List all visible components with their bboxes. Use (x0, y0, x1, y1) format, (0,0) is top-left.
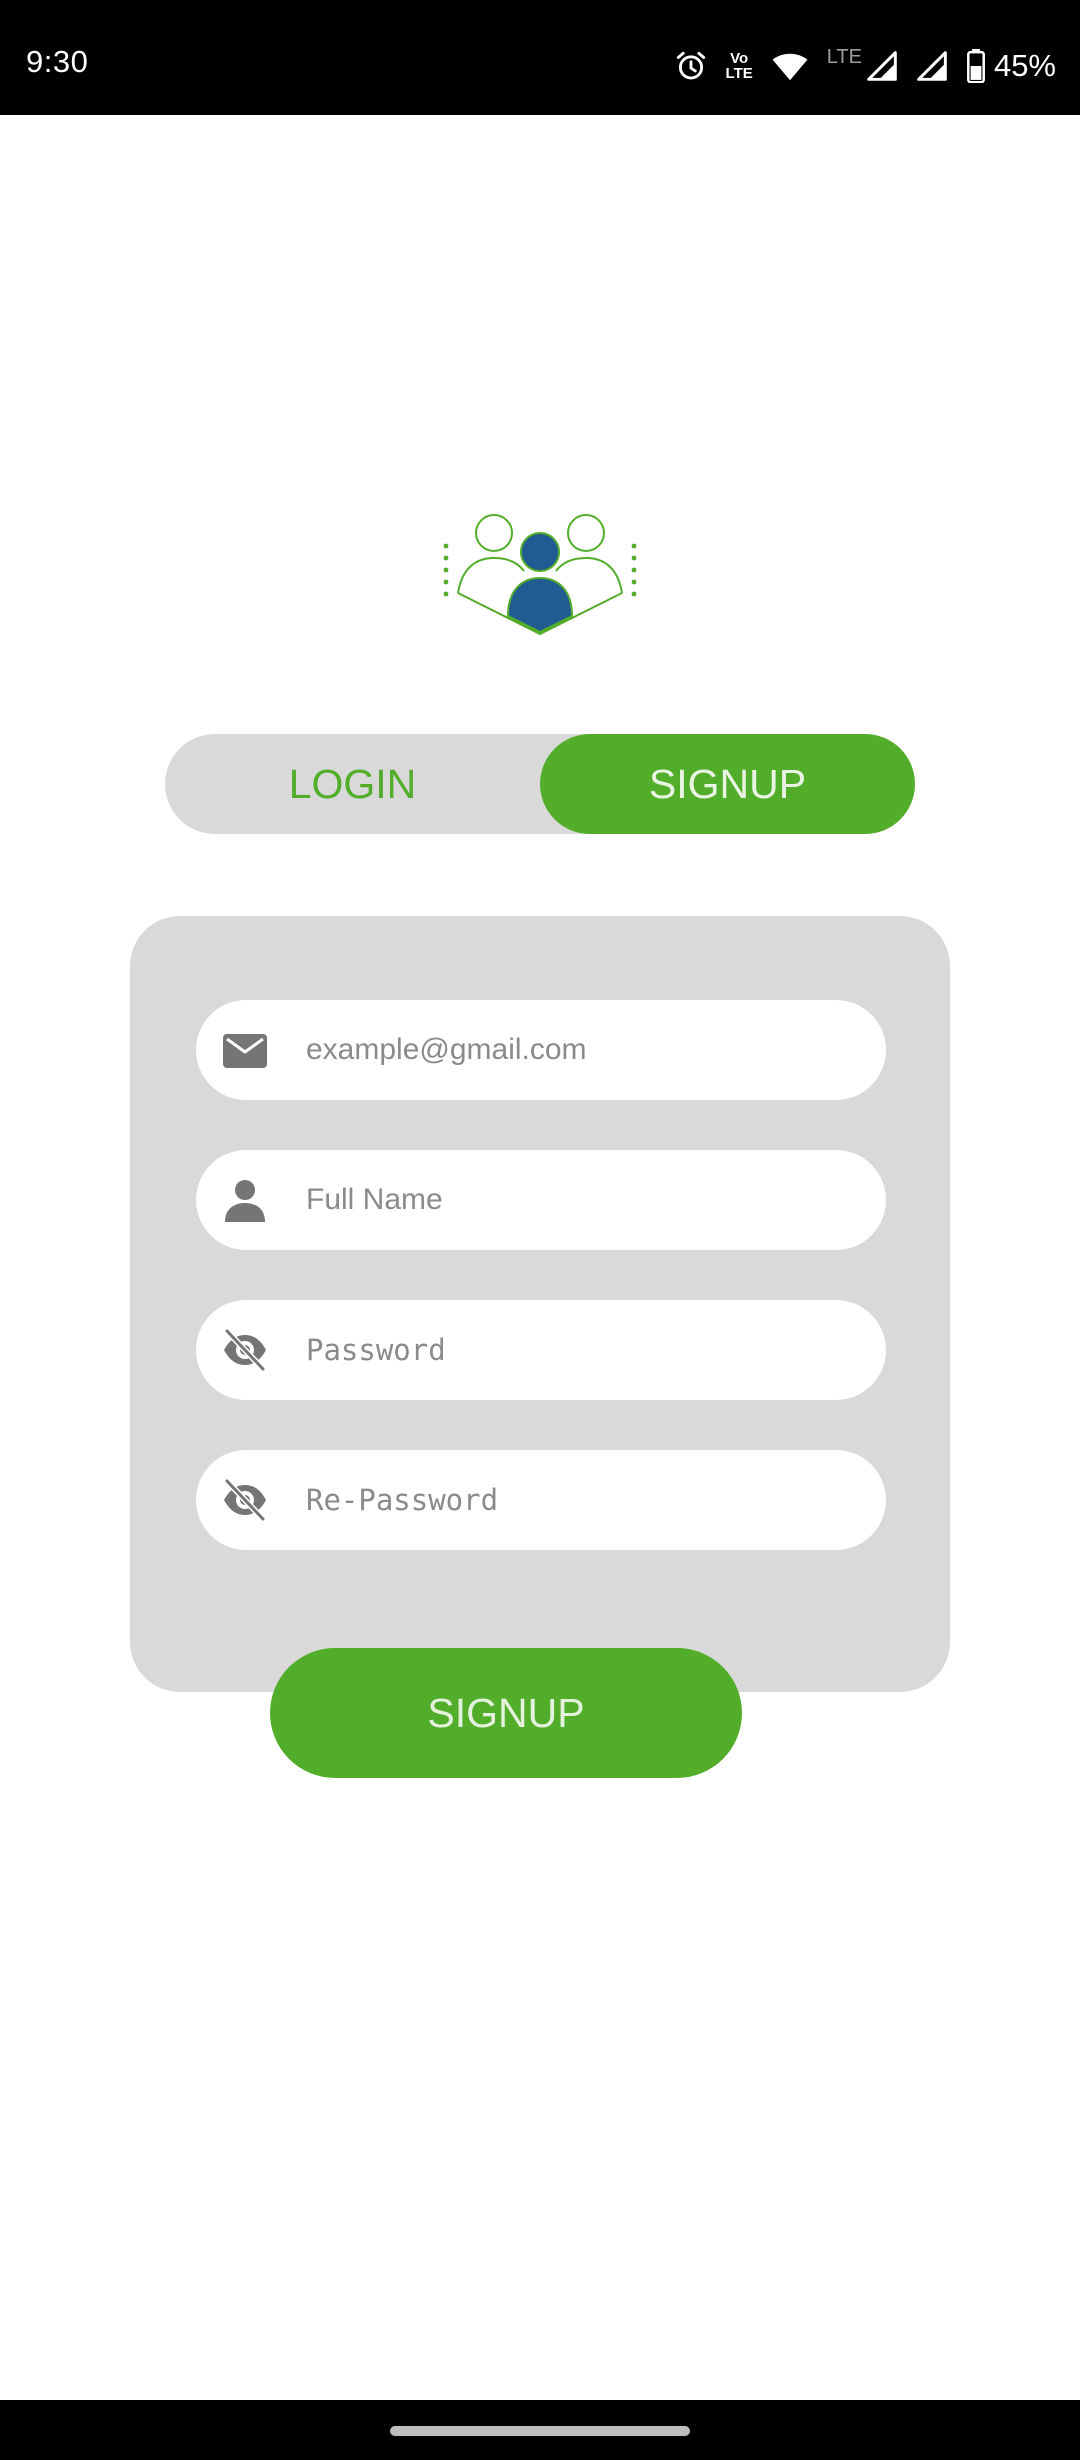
signup-screen: 9:30 Vo LTE LTE 45% LOGIN SIGNUP example… (0, 0, 1080, 2460)
email-field (196, 1000, 886, 1100)
signup-button[interactable]: SIGNUP (270, 1648, 742, 1778)
status-bar: 9:30 Vo LTE LTE 45% (0, 0, 1080, 115)
users-group-icon (436, 508, 644, 638)
eye-off-icon-2[interactable] (222, 1478, 268, 1522)
person-icon (222, 1178, 268, 1222)
status-time: 9:30 (26, 44, 89, 79)
alarm-icon (674, 49, 708, 83)
eye-off-icon[interactable] (222, 1328, 268, 1372)
password-input[interactable] (306, 1300, 866, 1400)
home-gesture-handle[interactable] (390, 2426, 690, 2436)
auth-toggle: LOGIN SIGNUP (165, 734, 915, 834)
signal-icon (866, 50, 898, 82)
full-name-field (196, 1150, 886, 1250)
volte-line1: Vo (730, 50, 749, 67)
tab-login[interactable]: LOGIN (165, 734, 540, 834)
password-field (196, 1300, 886, 1400)
full-name-input[interactable] (306, 1150, 866, 1250)
battery-icon (966, 49, 986, 83)
re-password-field (196, 1450, 886, 1550)
re-password-input[interactable] (306, 1450, 866, 1550)
wifi-icon (771, 50, 809, 82)
email-input[interactable] (306, 1000, 866, 1100)
lte-label: LTE (826, 45, 862, 68)
tab-signup[interactable]: SIGNUP (540, 734, 915, 834)
mail-icon (222, 1028, 268, 1072)
signal-icon-2 (916, 50, 948, 82)
volte-line2: LTE (725, 65, 753, 82)
battery-percent: 45% (993, 48, 1056, 83)
signup-form-card (130, 916, 950, 1692)
status-icons: Vo LTE LTE 45% (674, 46, 1056, 86)
volte-icon: Vo LTE (726, 51, 753, 81)
